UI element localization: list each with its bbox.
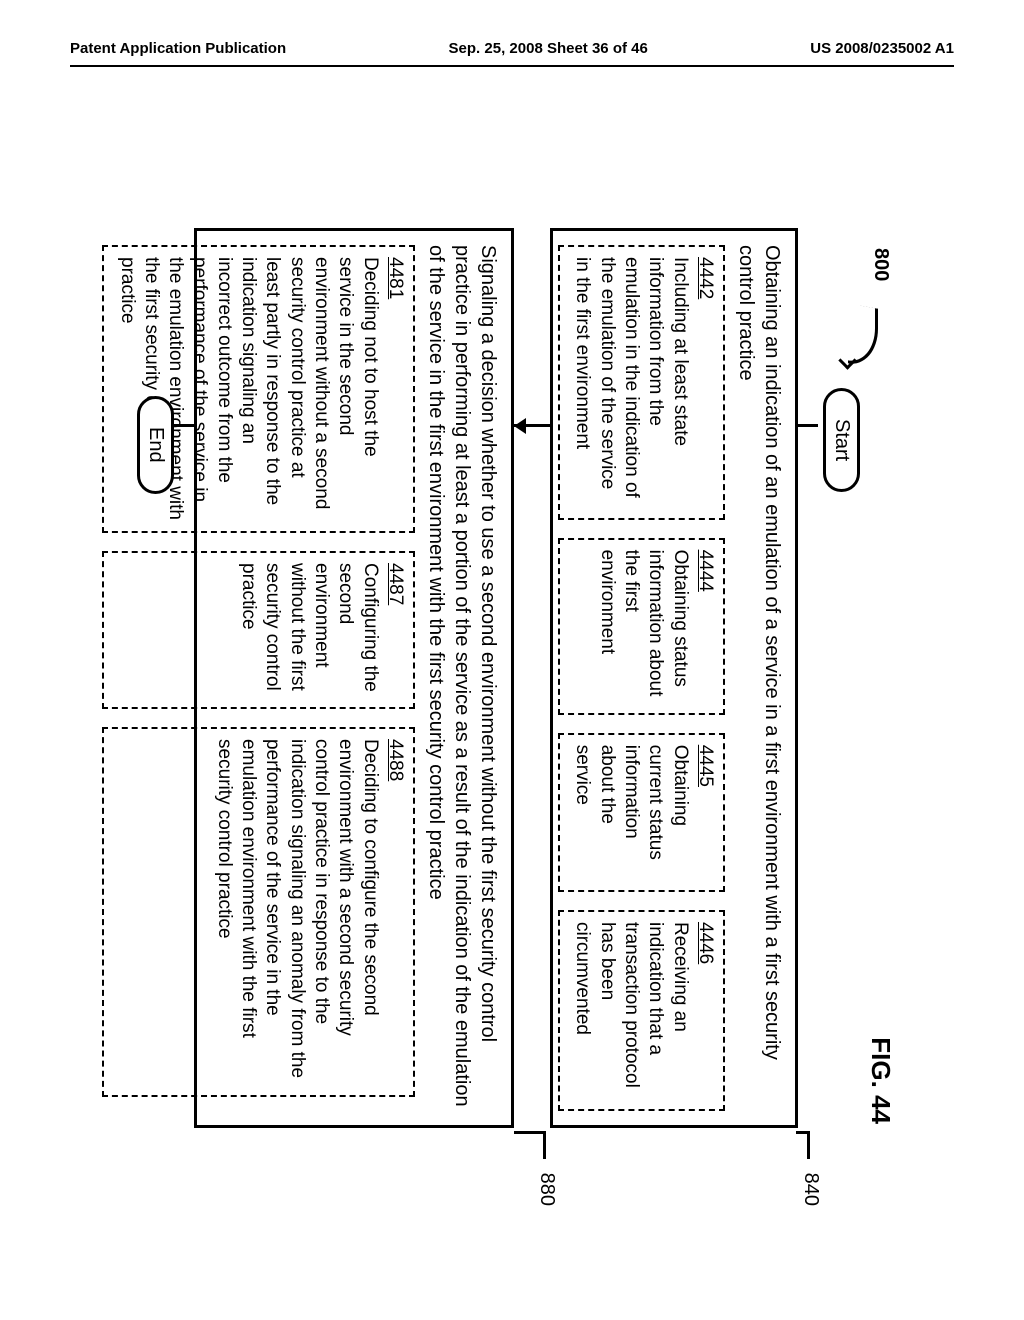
step-880: Signaling a decision whether to use a se… (194, 228, 514, 1128)
substep-4445-text: Obtaining current status information abo… (572, 745, 690, 860)
substep-4487-text: Configuring the second environment witho… (238, 563, 381, 692)
header-rule (70, 65, 954, 67)
substep-4446-num: 4446 (693, 922, 717, 1099)
step-840-title: Obtaining an indication of an emulation … (733, 245, 785, 1111)
step-label-840: 840 (799, 1173, 822, 1206)
substep-4488-num: 4488 (383, 739, 407, 1085)
substep-4446: 4446 Receiving an indication that a tran… (558, 910, 725, 1111)
substep-4445-num: 4445 (693, 745, 717, 880)
substep-4444-text: Obtaining status information about the f… (597, 550, 691, 697)
substep-4444-num: 4444 (693, 550, 717, 703)
step-840-row: 4442 Including at least state informatio… (558, 245, 725, 1111)
step-880-row: 4481 Deciding not to host the service in… (102, 245, 415, 1111)
connector-880-end (174, 424, 194, 427)
step-880-title: Signaling a decision whether to use a se… (423, 245, 501, 1111)
substep-4487: 4487 Configuring the second environment … (102, 551, 415, 709)
substep-4442-num: 4442 (693, 257, 717, 508)
substep-4481-num: 4481 (383, 257, 407, 521)
header-right: US 2008/0235002 A1 (810, 40, 954, 57)
step-840: Obtaining an indication of an emulation … (550, 228, 798, 1128)
step-label-880: 880 (535, 1173, 558, 1206)
page-header: Patent Application Publication Sep. 25, … (0, 0, 1024, 65)
ref-label-800: 800 (869, 248, 892, 281)
substep-4488-text: Deciding to configure the second environ… (214, 739, 381, 1078)
arrow-down-icon (514, 418, 526, 434)
substep-4488: 4488 Deciding to configure the second en… (102, 727, 415, 1097)
end-node: End (137, 396, 174, 494)
header-center: Sep. 25, 2008 Sheet 36 of 46 (449, 40, 648, 57)
tick-840 (796, 1131, 810, 1134)
header-left: Patent Application Publication (70, 40, 286, 57)
figure-title: FIG. 44 (865, 1037, 896, 1124)
substep-4487-num: 4487 (383, 563, 407, 697)
substep-4444: 4444 Obtaining status information about … (558, 538, 725, 715)
figure-container: 800 FIG. 44 Start 840 Obtaining an indic… (0, 300, 1024, 1080)
substep-4446-text: Receiving an indication that a transacti… (572, 922, 690, 1088)
start-node: Start (823, 388, 860, 492)
substep-4442-text: Including at least state information fro… (572, 257, 690, 498)
substep-4445: 4445 Obtaining current status informatio… (558, 733, 725, 892)
substep-4442: 4442 Including at least state informatio… (558, 245, 725, 520)
connector-start-840 (798, 424, 818, 427)
tick-880 (514, 1131, 546, 1134)
ref-arrow-800 (848, 306, 884, 366)
flowchart: 800 FIG. 44 Start 840 Obtaining an indic… (124, 160, 904, 1220)
